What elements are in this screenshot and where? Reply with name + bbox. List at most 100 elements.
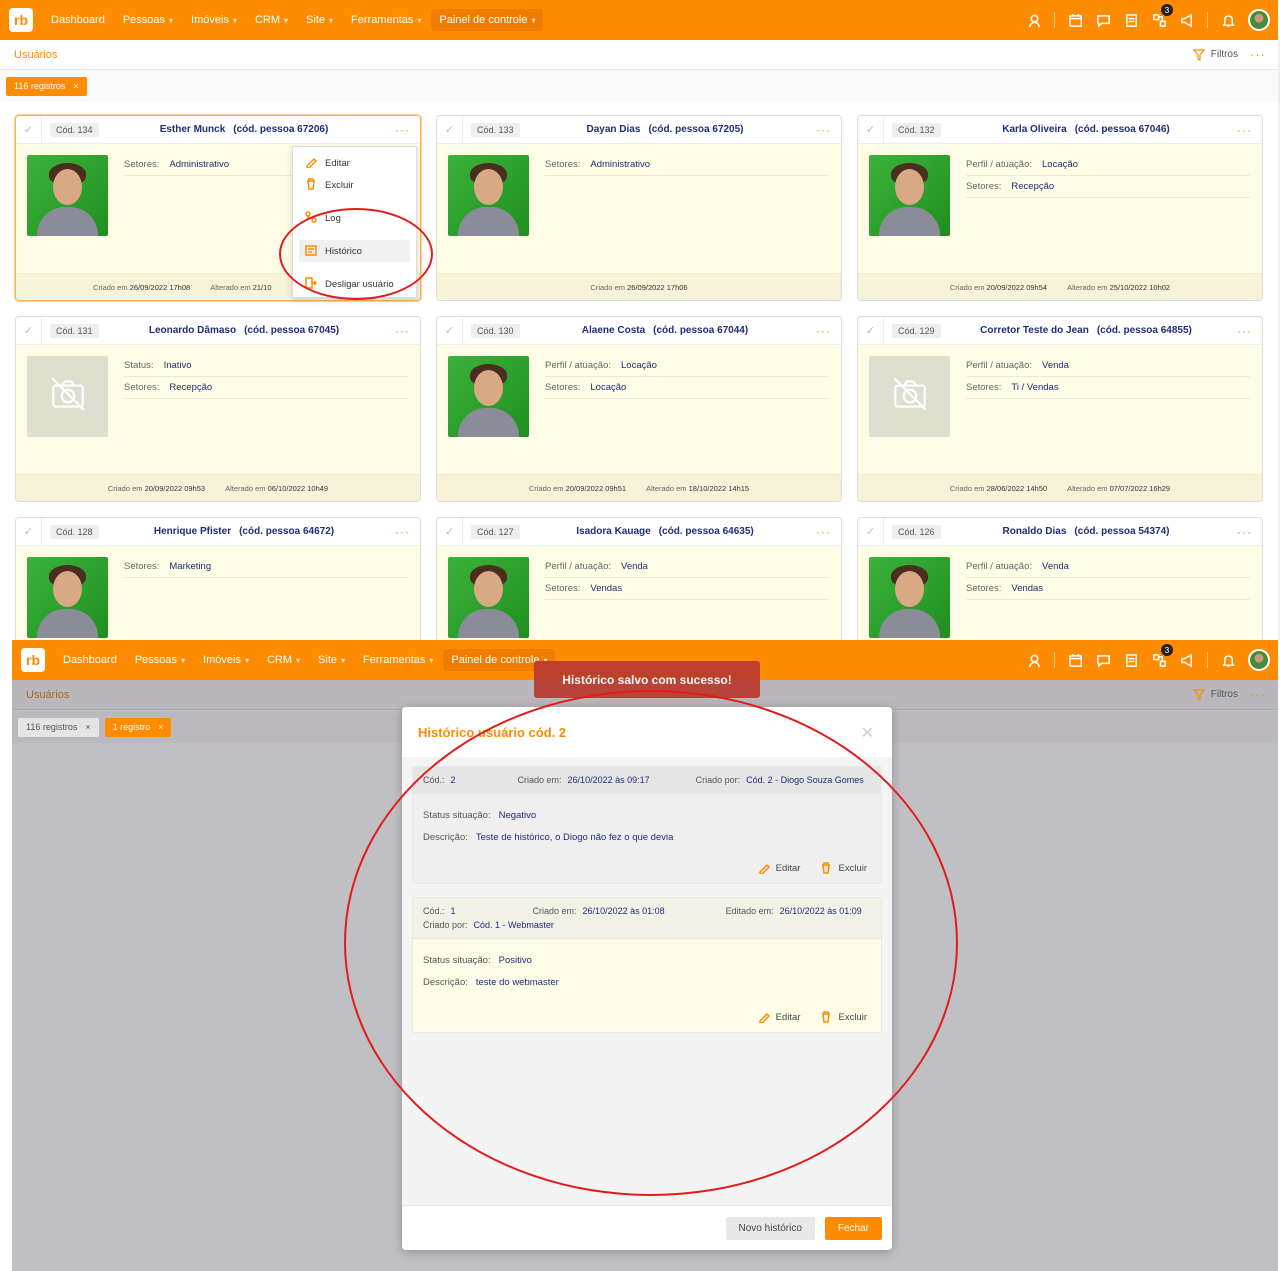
check-icon[interactable]: ✓ xyxy=(16,518,42,546)
edit-button[interactable]: Editar xyxy=(758,1011,800,1023)
tasks-icon[interactable] xyxy=(1123,12,1139,28)
nav-item-im-veis[interactable]: Imóveis ▾ xyxy=(191,14,237,26)
user-avatar[interactable] xyxy=(1248,9,1270,31)
calendar-icon[interactable] xyxy=(1067,652,1083,668)
user-card[interactable]: ✓ Cód. 132 Karla Oliveira (cód. pessoa 6704… xyxy=(857,115,1263,301)
user-card[interactable]: ✓ Cód. 131 Leonardo Dâmaso (cód. pessoa 670… xyxy=(15,316,421,502)
nav-item-label: Dashboard xyxy=(63,654,117,666)
card-menu-button[interactable]: ··· xyxy=(1237,324,1252,338)
filters-button-2[interactable]: Filtros xyxy=(1192,688,1238,701)
user-card[interactable]: ✓ Cód. 126 Ronaldo Dias (cód. pessoa 54374)… xyxy=(857,517,1263,640)
check-icon[interactable]: ✓ xyxy=(858,116,884,144)
person-code: (cód. pessoa 67044) xyxy=(653,325,749,336)
nav-item-painel-de-controle[interactable]: Painel de controle ▾ xyxy=(431,9,544,31)
chat-icon[interactable] xyxy=(1095,652,1111,668)
chat-icon[interactable] xyxy=(1095,12,1111,28)
user-name[interactable]: Leonardo Dâmaso (cód. pessoa 67045) xyxy=(86,325,394,336)
check-icon[interactable]: ✓ xyxy=(16,317,42,345)
nav-item-site-2[interactable]: Site ▾ xyxy=(318,654,345,666)
description-value: teste do webmaster xyxy=(475,976,559,988)
card-menu-button[interactable]: ··· xyxy=(395,324,410,338)
trash-icon xyxy=(305,177,317,193)
edit-button[interactable]: Editar xyxy=(758,862,800,874)
check-icon[interactable]: ✓ xyxy=(437,317,463,345)
card-header: ✓ Cód. 128 Henrique Pfister (cód. pessoa 64… xyxy=(16,518,420,546)
user-name[interactable]: Ronaldo Dias (cód. pessoa 54374) xyxy=(928,526,1236,537)
more-options-button-2[interactable]: ··· xyxy=(1250,687,1266,702)
menu-item-edit[interactable]: Editar xyxy=(293,152,416,174)
nav-item-pessoas[interactable]: Pessoas ▾ xyxy=(123,14,173,26)
person-code: (cód. pessoa 54374) xyxy=(1074,526,1170,537)
logo-2[interactable]: rb xyxy=(21,648,45,672)
delete-button[interactable]: Excluir xyxy=(820,1011,867,1023)
calendar-icon[interactable] xyxy=(1067,12,1083,28)
check-icon[interactable]: ✓ xyxy=(858,317,884,345)
check-icon[interactable]: ✓ xyxy=(16,116,42,144)
user-name[interactable]: Isadora Kauage (cód. pessoa 64635) xyxy=(507,526,815,537)
close-button[interactable]: Fechar xyxy=(824,1216,882,1240)
network-icon[interactable]: 3 xyxy=(1151,644,1173,668)
network-icon[interactable]: 3 xyxy=(1151,4,1173,28)
info-row: Perfil / atuação: Venda xyxy=(545,556,829,578)
card-menu-button[interactable]: ··· xyxy=(816,123,831,137)
user-search-icon[interactable] xyxy=(1026,12,1042,28)
card-menu-button[interactable]: ··· xyxy=(1237,123,1252,137)
chip-all-records[interactable]: 116 registros × xyxy=(6,76,87,96)
bell-icon[interactable] xyxy=(1220,12,1236,28)
chip-close-icon[interactable]: × xyxy=(158,722,163,732)
info-label: Perfil / atuação: xyxy=(545,561,612,572)
info-value: Recepção xyxy=(1011,181,1055,192)
check-icon[interactable]: ✓ xyxy=(858,518,884,546)
chip-close-icon[interactable]: × xyxy=(73,81,78,91)
card-menu-button[interactable]: ··· xyxy=(395,123,410,137)
chip-one-record[interactable]: 1 registro × xyxy=(104,717,172,737)
new-history-button[interactable]: Novo histórico xyxy=(725,1216,815,1240)
nav-item-dashboard-2[interactable]: Dashboard xyxy=(63,654,117,666)
user-card[interactable]: ✓ Cód. 127 Isadora Kauage (cód. pessoa 6463… xyxy=(436,517,842,640)
user-search-icon[interactable] xyxy=(1026,652,1042,668)
check-icon[interactable]: ✓ xyxy=(437,116,463,144)
user-card[interactable]: ✓ Cód. 128 Henrique Pfister (cód. pessoa 64… xyxy=(15,517,421,640)
user-avatar[interactable] xyxy=(1248,649,1270,671)
chip-all-records-2[interactable]: 116 registros × xyxy=(18,717,99,737)
entry-code: Cód.: 1 xyxy=(423,906,456,916)
card-menu-button[interactable]: ··· xyxy=(816,324,831,338)
nav-item-site[interactable]: Site ▾ xyxy=(306,14,333,26)
user-name[interactable]: Henrique Pfister (cód. pessoa 64672) xyxy=(86,526,394,537)
nav-item-ferramentas-2[interactable]: Ferramentas ▾ xyxy=(363,654,433,666)
nav-item-pessoas-2[interactable]: Pessoas ▾ xyxy=(135,654,185,666)
more-options-button[interactable]: ··· xyxy=(1250,47,1266,62)
nav-item-crm[interactable]: CRM ▾ xyxy=(255,14,288,26)
user-name[interactable]: Karla Oliveira (cód. pessoa 67046) xyxy=(928,124,1236,135)
user-name[interactable]: Corretor Teste do Jean (cód. pessoa 64855… xyxy=(928,325,1236,336)
chip-close-icon[interactable]: × xyxy=(85,722,90,732)
user-card[interactable]: ✓ Cód. 133 Dayan Dias (cód. pessoa 67205) ··… xyxy=(436,115,842,301)
delete-button[interactable]: Excluir xyxy=(820,862,867,874)
nav-item-im-veis-2[interactable]: Imóveis ▾ xyxy=(203,654,249,666)
meta-line: Criado por: Cód. 1 - Webmaster xyxy=(423,918,871,932)
logo[interactable]: rb xyxy=(9,8,33,32)
check-icon[interactable]: ✓ xyxy=(437,518,463,546)
card-menu-button[interactable]: ··· xyxy=(1237,525,1252,539)
card-menu-button[interactable]: ··· xyxy=(395,525,410,539)
info-row: Perfil / atuação: Venda xyxy=(966,556,1250,578)
filters-button[interactable]: Filtros xyxy=(1192,48,1238,61)
nav-item-dashboard[interactable]: Dashboard xyxy=(51,14,105,26)
tasks-icon[interactable] xyxy=(1123,652,1139,668)
user-name[interactable]: Esther Munck (cód. pessoa 67206) xyxy=(86,124,394,135)
history-entry: Cód.: 1 Criado em: 26/10/2022 às 01:08 Edita… xyxy=(412,897,882,1033)
megaphone-icon[interactable] xyxy=(1179,12,1195,28)
user-name[interactable]: Alaene Costa (cód. pessoa 67044) xyxy=(507,325,815,336)
user-card[interactable]: ✓ Cód. 129 Corretor Teste do Jean (cód. pes… xyxy=(857,316,1263,502)
user-name[interactable]: Dayan Dias (cód. pessoa 67205) xyxy=(507,124,815,135)
megaphone-icon[interactable] xyxy=(1179,652,1195,668)
user-name-text: Ronaldo Dias xyxy=(1002,526,1067,537)
close-icon[interactable]: ✕ xyxy=(861,723,874,743)
nav-item-ferramentas[interactable]: Ferramentas ▾ xyxy=(351,14,421,26)
bell-icon[interactable] xyxy=(1220,652,1236,668)
photo-body xyxy=(879,207,940,236)
menu-item-trash[interactable]: Excluir xyxy=(293,174,416,196)
nav-item-crm-2[interactable]: CRM ▾ xyxy=(267,654,300,666)
user-card[interactable]: ✓ Cód. 130 Alaene Costa (cód. pessoa 67044)… xyxy=(436,316,842,502)
card-menu-button[interactable]: ··· xyxy=(816,525,831,539)
